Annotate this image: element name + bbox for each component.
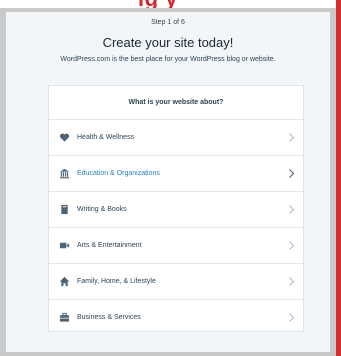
topic-item-arts-entertainment[interactable]: Arts & Entertainment [49, 228, 303, 264]
chevron-right-icon [289, 205, 295, 214]
banner-cropped-text: ig y [138, 0, 178, 8]
topic-item-label: Health & Wellness [77, 134, 135, 141]
page-subtitle: WordPress.com is the best place for your… [60, 56, 276, 63]
book-icon [61, 204, 68, 215]
chevron-right-icon [289, 169, 295, 178]
topic-item-label: Education & Organizations [77, 170, 160, 177]
chevron-right-icon [289, 313, 295, 322]
heart-icon [59, 133, 70, 142]
chevron-right-icon [289, 133, 295, 142]
right-red-edge [336, 0, 341, 356]
signup-panel: Step 1 of 6 Create your site today! Word… [6, 12, 330, 352]
site-topic-card: What is your website about? Health & Wel… [48, 85, 304, 332]
chevron-right-icon [289, 277, 295, 286]
house-icon [59, 276, 70, 287]
card-question: What is your website about? [49, 86, 303, 120]
step-indicator: Step 1 of 6 [151, 19, 185, 26]
window-frame: Step 1 of 6 Create your site today! Word… [0, 8, 336, 356]
topic-item-business-services[interactable]: Business & Services [49, 300, 303, 335]
page-title: Create your site today! [102, 35, 234, 50]
topic-item-writing-books[interactable]: Writing & Books [49, 192, 303, 228]
topic-item-label: Family, Home, & Lifestyle [77, 278, 156, 285]
briefcase-icon [59, 312, 70, 322]
top-banner: ig y [0, 0, 341, 8]
topic-item-label: Writing & Books [77, 206, 127, 213]
topic-item-family-home-lifestyle[interactable]: Family, Home, & Lifestyle [49, 264, 303, 300]
video-camera-icon [59, 242, 70, 249]
chevron-right-icon [289, 241, 295, 250]
building-icon [59, 168, 70, 179]
topic-item-label: Business & Services [77, 314, 141, 321]
topic-item-label: Arts & Entertainment [77, 242, 142, 249]
topic-item-education-organizations[interactable]: Education & Organizations [49, 156, 303, 192]
topic-item-health-wellness[interactable]: Health & Wellness [49, 120, 303, 156]
